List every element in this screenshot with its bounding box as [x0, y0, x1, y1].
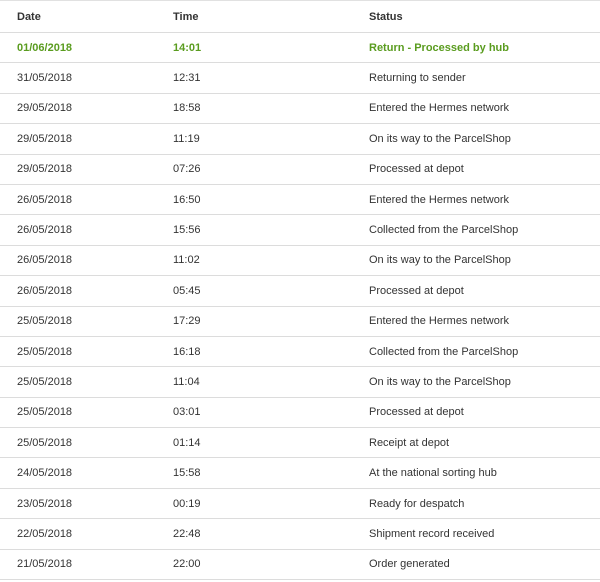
table-header-row: Date Time Status	[0, 1, 600, 33]
row-date: 23/05/2018	[17, 497, 73, 510]
column-header-status: Status	[369, 10, 403, 23]
row-date: 26/05/2018	[17, 224, 73, 237]
row-time: 12:31	[173, 72, 201, 85]
row-date: 31/05/2018	[17, 72, 73, 85]
row-date: 25/05/2018	[17, 345, 73, 358]
table-row: 25/05/2018 16:18 Collected from the Parcel…	[0, 337, 600, 368]
row-time: 11:19	[173, 132, 200, 145]
row-time: 22:48	[173, 527, 201, 540]
row-time: 03:01	[173, 406, 201, 419]
tracking-history-table: Date Time Status 01/06/2018 14:01 Return -…	[0, 0, 600, 581]
table-row: 25/05/2018 17:29 Entered the Hermes networ…	[0, 307, 600, 337]
row-status: Ready for despatch	[369, 497, 465, 510]
table-row: 24/05/2018 15:58 At the national sorting h…	[0, 458, 600, 489]
table-row: 22/05/2018 22:48 Shipment record received	[0, 519, 600, 550]
row-status: Processed at depot	[369, 284, 464, 297]
table-row: 29/05/2018 18:58 Entered the Hermes networ…	[0, 94, 600, 125]
row-status: Collected from the ParcelShop	[369, 345, 519, 358]
row-date: 29/05/2018	[17, 102, 73, 115]
row-time: 14:01	[173, 41, 202, 54]
row-date: 21/05/2018	[17, 558, 73, 571]
table-row: 25/05/2018 03:01 Processed at depot	[0, 398, 600, 429]
row-status: Order generated	[369, 558, 450, 571]
table-row: 31/05/2018 12:31 Returning to sender	[0, 63, 600, 94]
table-row: 26/05/2018 15:56 Collected from the Parcel…	[0, 215, 600, 246]
row-status: Shipment record received	[369, 527, 495, 540]
row-status: Collected from the ParcelShop	[369, 224, 519, 237]
table-row: 25/05/2018 11:04 On its way to the ParcelS…	[0, 367, 600, 398]
table-body: 01/06/2018 14:01 Return - Processed by hub…	[0, 33, 600, 581]
row-date: 24/05/2018	[17, 467, 73, 480]
row-status: Entered the Hermes network	[369, 193, 510, 206]
row-time: 16:18	[173, 345, 201, 358]
row-date: 26/05/2018	[17, 284, 73, 297]
row-status: Processed at depot	[369, 406, 464, 419]
row-date: 26/05/2018	[17, 254, 73, 267]
row-time: 16:50	[173, 193, 201, 206]
row-status: Receipt at depot	[369, 436, 450, 449]
row-date: 01/06/2018	[17, 41, 73, 54]
row-date: 29/05/2018	[17, 163, 73, 176]
row-time: 18:58	[173, 102, 201, 115]
row-time: 15:58	[173, 467, 201, 480]
row-date: 22/05/2018	[17, 527, 73, 540]
row-date: 29/05/2018	[17, 132, 73, 145]
table-row: 29/05/2018 11:19 On its way to the ParcelS…	[0, 124, 600, 155]
table-row: 21/05/2018 22:00 Order generated	[0, 550, 600, 581]
row-status: Entered the Hermes network	[369, 315, 510, 328]
table-row: 25/05/2018 01:14 Receipt at depot	[0, 428, 600, 459]
row-date: 25/05/2018	[17, 375, 73, 388]
table-row: 23/05/2018 00:19 Ready for despatch	[0, 489, 600, 520]
row-date: 25/05/2018	[17, 315, 73, 328]
row-date: 25/05/2018	[17, 406, 73, 419]
table-row: 29/05/2018 07:26 Processed at depot	[0, 155, 600, 185]
table-row: 26/05/2018 11:02 On its way to the ParcelS…	[0, 246, 600, 277]
row-status: On its way to the ParcelShop	[369, 254, 511, 267]
row-time: 07:26	[173, 163, 201, 176]
table-row: 01/06/2018 14:01 Return - Processed by hub	[0, 33, 600, 64]
row-time: 00:19	[173, 497, 201, 510]
row-time: 05:45	[173, 284, 201, 297]
row-date: 25/05/2018	[17, 436, 73, 449]
row-status: At the national sorting hub	[369, 467, 497, 480]
row-status: On its way to the ParcelShop	[369, 132, 511, 145]
row-time: 15:56	[173, 224, 201, 237]
row-status: Processed at depot	[369, 163, 464, 176]
column-header-time: Time	[173, 10, 199, 23]
row-time: 11:04	[173, 375, 200, 388]
column-header-date: Date	[17, 10, 41, 23]
row-time: 17:29	[173, 315, 201, 328]
row-status: Entered the Hermes network	[369, 102, 510, 115]
row-status: Return - Processed by hub	[369, 41, 509, 54]
table-row: 26/05/2018 05:45 Processed at depot	[0, 276, 600, 307]
row-status: On its way to the ParcelShop	[369, 375, 511, 388]
row-status: Returning to sender	[369, 72, 466, 85]
row-time: 01:14	[173, 436, 201, 449]
table-row: 26/05/2018 16:50 Entered the Hermes networ…	[0, 185, 600, 216]
row-date: 26/05/2018	[17, 193, 73, 206]
row-time: 22:00	[173, 558, 201, 571]
row-time: 11:02	[173, 254, 200, 267]
